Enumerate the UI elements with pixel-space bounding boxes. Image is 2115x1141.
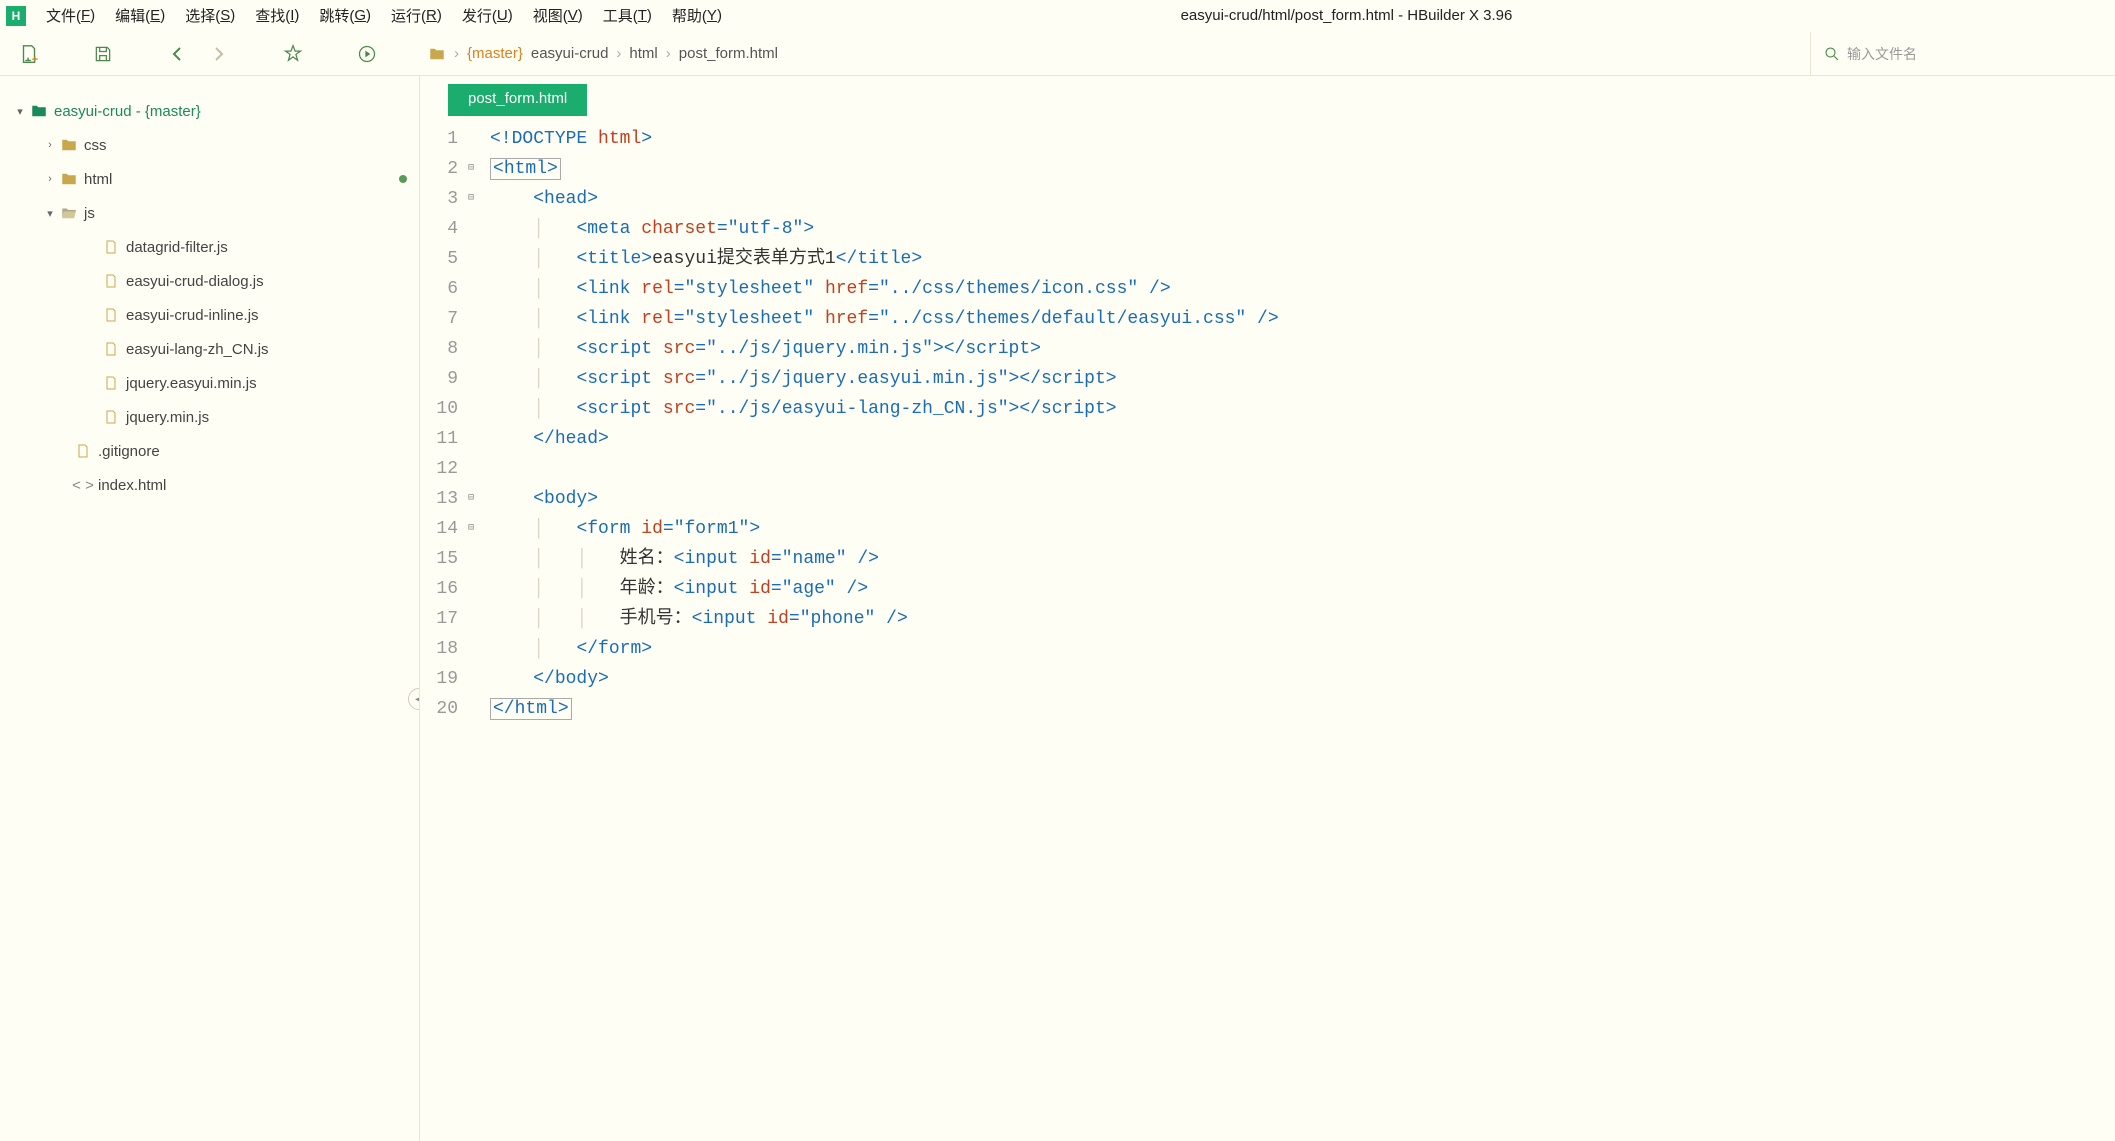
html-icon: < >	[72, 477, 94, 494]
code-editor[interactable]: 1234567891011121314151617181920 ⊟⊟⊟⊟ <!D…	[420, 116, 2115, 1141]
fold-toggle-icon[interactable]: ⊟	[468, 184, 474, 214]
menu-item[interactable]: 查找(I)	[245, 0, 309, 32]
tree-label: easyui-crud-dialog.js	[126, 273, 419, 290]
chevron-right-icon: ›	[666, 45, 671, 62]
search-icon[interactable]	[1823, 45, 1841, 63]
tree-label: easyui-lang-zh_CN.js	[126, 341, 419, 358]
tree-file[interactable]: easyui-crud-dialog.js	[0, 264, 419, 298]
tree-file[interactable]: jquery.easyui.min.js	[0, 366, 419, 400]
back-button[interactable]	[156, 33, 198, 75]
menu-item[interactable]: 帮助(Y)	[662, 0, 732, 32]
tree-label: js	[84, 205, 419, 222]
breadcrumb-item[interactable]: html	[629, 45, 657, 62]
tree-label: index.html	[98, 477, 419, 494]
menu-item[interactable]: 编辑(E)	[105, 0, 175, 32]
window-title: easyui-crud/html/post_form.html - HBuild…	[732, 7, 2111, 24]
menu-item[interactable]: 选择(S)	[175, 0, 245, 32]
tree-file[interactable]: .gitignore	[0, 434, 419, 468]
save-button[interactable]	[82, 33, 124, 75]
file-icon	[100, 239, 122, 255]
fold-gutter[interactable]: ⊟⊟⊟⊟	[468, 124, 486, 1141]
tree-folder[interactable]: › css	[0, 128, 419, 162]
breadcrumb-branch[interactable]: {master}	[467, 45, 523, 62]
chevron-right-icon: ›	[454, 45, 459, 62]
tree-label: jquery.easyui.min.js	[126, 375, 419, 392]
file-icon	[72, 443, 94, 459]
line-gutter: 1234567891011121314151617181920	[420, 124, 468, 1141]
app-logo: H	[6, 6, 26, 26]
chevron-down-icon[interactable]: ▾	[42, 207, 58, 220]
folder-icon	[28, 102, 50, 120]
tree-folder[interactable]: › html	[0, 162, 419, 196]
file-icon	[100, 273, 122, 289]
menu-item[interactable]: 视图(V)	[523, 0, 593, 32]
file-icon	[100, 341, 122, 357]
tree-file[interactable]: jquery.min.js	[0, 400, 419, 434]
tree-label: easyui-crud	[54, 103, 132, 120]
favorite-button[interactable]	[272, 33, 314, 75]
tree-folder[interactable]: ▾ js	[0, 196, 419, 230]
tab-bar: post_form.html	[420, 76, 2115, 116]
folder-icon	[428, 45, 446, 63]
forward-button[interactable]	[198, 33, 240, 75]
folder-icon	[58, 136, 80, 154]
menu-item[interactable]: 跳转(G)	[309, 0, 381, 32]
tree-file[interactable]: easyui-crud-inline.js	[0, 298, 419, 332]
toolbar: + › {master} easyui-crud › html › post_f…	[0, 32, 2115, 76]
chevron-down-icon[interactable]: ▾	[12, 105, 28, 118]
fold-toggle-icon[interactable]: ⊟	[468, 154, 474, 184]
menu-item[interactable]: 工具(T)	[593, 0, 662, 32]
run-button[interactable]	[346, 33, 388, 75]
chevron-right-icon[interactable]: ›	[42, 173, 58, 185]
tree-label: css	[84, 137, 419, 154]
svg-text:+: +	[32, 54, 38, 65]
editor-tab[interactable]: post_form.html	[448, 84, 587, 116]
tree-file[interactable]: datagrid-filter.js	[0, 230, 419, 264]
file-icon	[100, 375, 122, 391]
new-file-button[interactable]: +	[8, 33, 50, 75]
fold-toggle-icon[interactable]: ⊟	[468, 484, 474, 514]
menubar: H 文件(F)编辑(E)选择(S)查找(I)跳转(G)运行(R)发行(U)视图(…	[0, 0, 2115, 32]
tree-label: html	[84, 171, 399, 188]
breadcrumb: › {master} easyui-crud › html › post_for…	[428, 45, 778, 63]
menu-item[interactable]: 文件(F)	[36, 0, 105, 32]
tree-label: .gitignore	[98, 443, 419, 460]
file-explorer: ▾ easyui-crud - {master} › css › html ▾ js dat…	[0, 76, 420, 1141]
tree-label: easyui-crud-inline.js	[126, 307, 419, 324]
folder-open-icon	[58, 204, 80, 222]
search-area	[1810, 32, 2107, 75]
chevron-right-icon[interactable]: ›	[42, 139, 58, 151]
tree-label: jquery.min.js	[126, 409, 419, 426]
file-icon	[100, 409, 122, 425]
menu-item[interactable]: 运行(R)	[381, 0, 452, 32]
breadcrumb-item[interactable]: easyui-crud	[531, 45, 609, 62]
tree-file[interactable]: easyui-lang-zh_CN.js	[0, 332, 419, 366]
tree-branch: - {master}	[132, 103, 201, 120]
menu-item[interactable]: 发行(U)	[452, 0, 523, 32]
tree-file[interactable]: < >index.html	[0, 468, 419, 502]
tree-label: datagrid-filter.js	[126, 239, 419, 256]
chevron-right-icon: ›	[616, 45, 621, 62]
breadcrumb-item[interactable]: post_form.html	[679, 45, 778, 62]
collapse-sidebar-button[interactable]: ◀	[408, 688, 420, 710]
search-input[interactable]	[1847, 46, 2107, 62]
folder-icon	[58, 170, 80, 188]
fold-toggle-icon[interactable]: ⊟	[468, 514, 474, 544]
tree-root[interactable]: ▾ easyui-crud - {master}	[0, 94, 419, 128]
editor-area: post_form.html 1234567891011121314151617…	[420, 76, 2115, 1141]
file-icon	[100, 307, 122, 323]
code-lines[interactable]: <!DOCTYPE html><html> <head> │ <meta cha…	[486, 124, 2115, 1141]
modified-dot-icon	[399, 175, 407, 183]
